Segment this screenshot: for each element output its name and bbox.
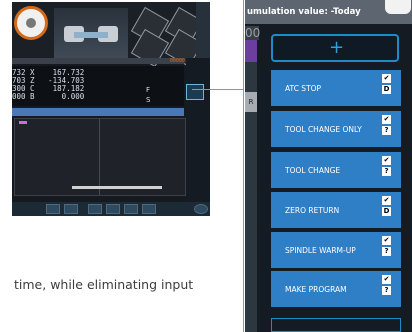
macro-tool-change[interactable]: TOOL CHANGE ✔? — [271, 152, 401, 188]
softkey[interactable] — [142, 204, 156, 214]
feed-speed-panel: F S — [142, 66, 184, 106]
macro-make-program[interactable]: MAKE PROGRAM ✔? — [271, 271, 401, 307]
macro-type-icon: ? — [382, 286, 391, 295]
softkey[interactable] — [124, 204, 138, 214]
check-icon: ✔ — [382, 275, 391, 284]
macro-type-icon: ? — [382, 167, 391, 176]
macro-label: ATC STOP — [285, 84, 322, 93]
selected-row[interactable] — [19, 121, 27, 124]
macro-type-icon: ? — [382, 247, 391, 256]
check-icon: ✔ — [382, 74, 391, 83]
check-icon: ✔ — [382, 236, 391, 245]
check-icon: ✔ — [382, 156, 391, 165]
feed-label: F — [146, 86, 151, 94]
macro-zero-return[interactable]: ZERO RETURN ✔ D — [271, 192, 401, 228]
macro-button-icon[interactable] — [186, 84, 204, 100]
macro-panel: umulation value: -Today R 00 + ATC STOP … — [245, 0, 412, 332]
tab-glyph[interactable]: 00 — [245, 26, 260, 40]
machine-view — [54, 8, 128, 58]
softkey[interactable] — [64, 204, 78, 214]
macro-tool-change-only[interactable]: TOOL CHANGE ONLY ✔? — [271, 111, 401, 147]
macro-type-icon: D — [382, 207, 391, 216]
coordinate-display: 732 X 167.732 703 Z -134.703 300 C 187.1… — [12, 66, 142, 106]
cnc-side-buttons[interactable] — [196, 2, 210, 58]
macro-label: SPINDLE WARM-UP — [285, 246, 356, 255]
macro-label: TOOL CHANGE — [285, 166, 341, 175]
close-button[interactable] — [385, 0, 411, 14]
macro-type-icon: ? — [382, 126, 391, 135]
spindle-dial-icon[interactable] — [14, 6, 48, 40]
side-strip: R — [245, 40, 257, 332]
check-icon: ✔ — [382, 196, 391, 205]
cnc-bottom-bar — [12, 202, 210, 216]
softkey[interactable] — [46, 204, 60, 214]
callout-line — [192, 89, 244, 90]
globe-icon[interactable] — [194, 204, 208, 214]
macro-spindle-warm-up[interactable]: SPINDLE WARM-UP ✔? — [271, 232, 401, 268]
add-macro-button[interactable]: + — [271, 34, 399, 62]
cnc-screen: 00000 N00000 732 X 167.732 703 Z -134.70… — [12, 2, 210, 216]
caption-text: time, while eliminating input — [14, 277, 194, 292]
plus-icon: + — [329, 37, 345, 58]
active-indicator — [245, 40, 257, 62]
side-tab[interactable]: R — [245, 92, 257, 112]
speed-label: S — [146, 96, 151, 104]
softkey[interactable] — [106, 204, 120, 214]
program-table[interactable] — [14, 118, 186, 196]
softkey[interactable] — [88, 204, 102, 214]
panel-bottom-frame — [271, 318, 401, 332]
panel-title: umulation value: -Today — [247, 7, 361, 17]
macro-label: TOOL CHANGE ONLY — [285, 125, 362, 134]
check-icon: ✔ — [382, 115, 391, 124]
list-header — [12, 108, 184, 116]
macro-label: MAKE PROGRAM — [285, 285, 347, 294]
macro-type-icon: D — [382, 85, 391, 94]
cnc-right-column[interactable] — [186, 58, 210, 202]
coord-row: 000 B 0.000 — [12, 92, 85, 101]
macro-atc-stop[interactable]: ATC STOP ✔ D — [271, 70, 401, 106]
callout-line — [243, 0, 244, 332]
macro-label: ZERO RETURN — [285, 206, 340, 215]
progress-bar — [72, 186, 162, 189]
